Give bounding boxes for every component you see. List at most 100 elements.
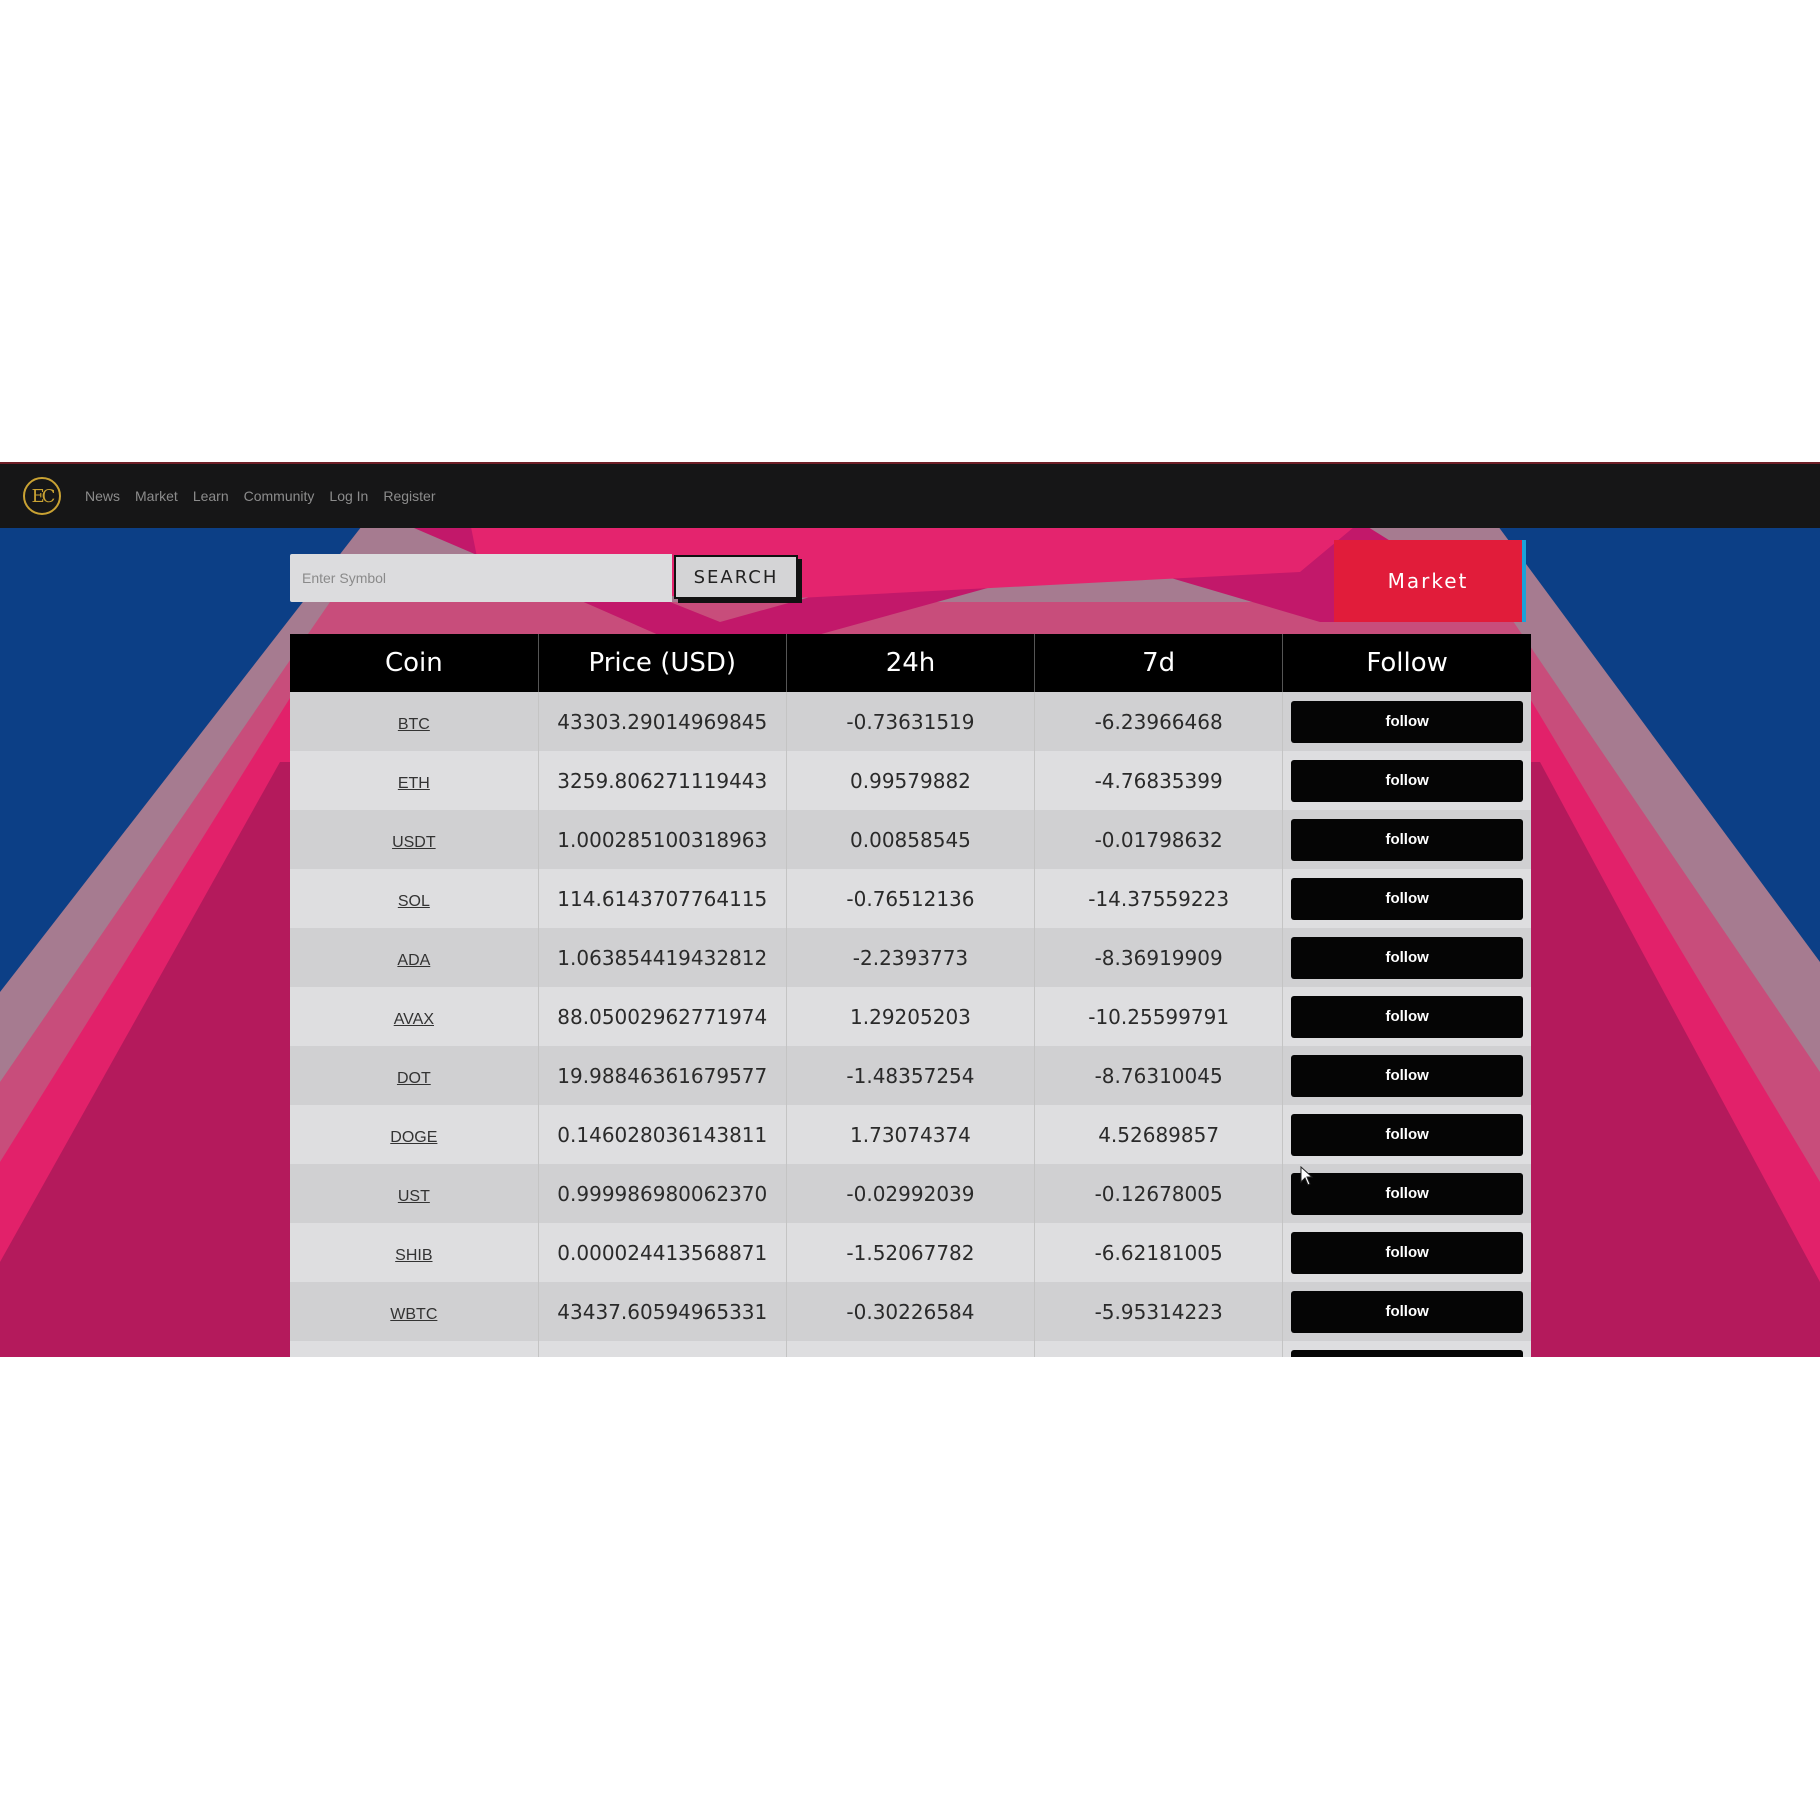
coin-cell: WBTC <box>290 1282 539 1341</box>
change-24h-cell: -2.2393773 <box>785 928 1035 987</box>
nav-link-market[interactable]: Market <box>135 488 178 504</box>
price-cell <box>537 1341 787 1357</box>
table-row: WBTC 43437.60594965331 -0.30226584 -5.95314… <box>290 1282 1531 1341</box>
follow-button[interactable]: follow <box>1291 1290 1524 1333</box>
search-bar: SEARCH <box>290 554 798 602</box>
change-7d-cell: -10.25599791 <box>1034 987 1283 1046</box>
follow-cell: follow <box>1282 692 1531 751</box>
change-24h-cell: 1.73074374 <box>785 1105 1035 1164</box>
coin-cell: DOT <box>290 1046 539 1105</box>
change-7d-cell: -8.36919909 <box>1034 928 1283 987</box>
follow-button[interactable]: follow <box>1291 700 1524 743</box>
price-cell: 1.000285100318963 <box>537 810 787 869</box>
price-cell: 88.05002962771974 <box>537 987 787 1046</box>
table-body: BTC 43303.29014969845 -0.73631519 -6.239664… <box>290 692 1531 1357</box>
nav-link-learn[interactable]: Learn <box>193 488 229 504</box>
coin-symbol-link[interactable]: SOL <box>398 893 430 910</box>
change-24h-cell: -0.73631519 <box>785 692 1035 751</box>
price-cell: 0.000024413568871 <box>537 1223 787 1282</box>
change-7d-cell: 4.52689857 <box>1034 1105 1283 1164</box>
follow-button[interactable]: follow <box>1291 1054 1524 1097</box>
change-24h-cell: 0.00858545 <box>785 810 1035 869</box>
coin-cell <box>290 1341 539 1357</box>
table-row: ADA 1.063854419432812 -2.2393773 -8.3691990… <box>290 928 1531 987</box>
follow-cell: follow <box>1282 1282 1531 1341</box>
nav-link-community[interactable]: Community <box>244 488 315 504</box>
coin-cell: SOL <box>290 869 539 928</box>
follow-button[interactable]: follow <box>1291 1113 1524 1156</box>
search-button[interactable]: SEARCH <box>674 555 798 599</box>
change-7d-cell <box>1034 1341 1283 1357</box>
coin-cell: ADA <box>290 928 539 987</box>
table-row: DOGE 0.146028036143811 1.73074374 4.5268985… <box>290 1105 1531 1164</box>
price-cell: 1.063854419432812 <box>537 928 787 987</box>
change-24h-cell: -1.52067782 <box>785 1223 1035 1282</box>
nav-link-news[interactable]: News <box>85 488 120 504</box>
change-7d-cell: -6.23966468 <box>1034 692 1283 751</box>
change-7d-cell: -5.95314223 <box>1034 1282 1283 1341</box>
coin-symbol-link[interactable]: UST <box>398 1188 430 1205</box>
coin-symbol-link[interactable]: ETH <box>398 775 430 792</box>
coin-symbol-link[interactable]: BTC <box>398 716 430 733</box>
change-7d-cell: -14.37559223 <box>1034 869 1283 928</box>
coin-symbol-link[interactable]: DOGE <box>390 1129 437 1146</box>
top-navbar: EC News Market Learn Community Log In Re… <box>0 462 1820 528</box>
follow-button[interactable]: follow <box>1291 759 1524 802</box>
table-row: DOT 19.98846361679577 -1.48357254 -8.763100… <box>290 1046 1531 1105</box>
coin-cell: ETH <box>290 751 539 810</box>
change-7d-cell: -6.62181005 <box>1034 1223 1283 1282</box>
table-row: AVAX 88.05002962771974 1.29205203 -10.25599… <box>290 987 1531 1046</box>
price-cell: 0.146028036143811 <box>537 1105 787 1164</box>
change-24h-cell: -1.48357254 <box>785 1046 1035 1105</box>
logo-icon[interactable]: EC <box>23 477 61 515</box>
follow-button[interactable]: follow <box>1291 995 1524 1038</box>
change-24h-cell: 1.29205203 <box>785 987 1035 1046</box>
follow-button[interactable]: follow <box>1291 1231 1524 1274</box>
table-row: USDT 1.000285100318963 0.00858545 -0.017986… <box>290 810 1531 869</box>
follow-cell: follow <box>1282 1164 1531 1223</box>
follow-cell: follow <box>1282 987 1531 1046</box>
nav-link-login[interactable]: Log In <box>329 488 368 504</box>
coin-symbol-link[interactable]: AVAX <box>394 1011 434 1028</box>
change-24h-cell: -0.02992039 <box>785 1164 1035 1223</box>
table-header-row: Coin Price (USD) 24h 7d Follow <box>290 634 1531 692</box>
coin-symbol-link[interactable]: SHIB <box>395 1247 432 1264</box>
symbol-search-input[interactable] <box>290 554 672 602</box>
follow-button[interactable]: follow <box>1291 818 1524 861</box>
coin-symbol-link[interactable]: DOT <box>397 1070 431 1087</box>
follow-cell: follow <box>1282 1223 1531 1282</box>
table-row: ETH 3259.806271119443 0.99579882 -4.7683539… <box>290 751 1531 810</box>
price-cell: 0.999986980062370 <box>537 1164 787 1223</box>
price-cell: 19.98846361679577 <box>537 1046 787 1105</box>
follow-cell: follow <box>1282 928 1531 987</box>
follow-cell: follow <box>1282 1341 1531 1357</box>
coin-market-table: Coin Price (USD) 24h 7d Follow BTC 43303.… <box>290 634 1531 1357</box>
coin-cell: SHIB <box>290 1223 539 1282</box>
coin-symbol-link[interactable]: USDT <box>392 834 436 851</box>
change-7d-cell: -0.01798632 <box>1034 810 1283 869</box>
follow-cell: follow <box>1282 751 1531 810</box>
price-cell: 43437.60594965331 <box>537 1282 787 1341</box>
change-24h-cell: -0.30226584 <box>785 1282 1035 1341</box>
follow-button[interactable]: follow <box>1291 1172 1524 1215</box>
coin-cell: USDT <box>290 810 539 869</box>
follow-cell: follow <box>1282 869 1531 928</box>
coin-cell: BTC <box>290 692 539 751</box>
change-24h-cell: -0.76512136 <box>785 869 1035 928</box>
price-cell: 3259.806271119443 <box>537 751 787 810</box>
market-button[interactable]: Market <box>1334 540 1526 622</box>
follow-button[interactable]: follow <box>1291 877 1524 920</box>
change-7d-cell: -0.12678005 <box>1034 1164 1283 1223</box>
follow-button[interactable]: follow <box>1291 936 1524 979</box>
table-row: SOL 114.6143707764115 -0.76512136 -14.37559… <box>290 869 1531 928</box>
coin-symbol-link[interactable]: WBTC <box>390 1306 437 1323</box>
follow-cell: follow <box>1282 810 1531 869</box>
price-cell: 43303.29014969845 <box>537 692 787 751</box>
coin-cell: UST <box>290 1164 539 1223</box>
coin-symbol-link[interactable]: ADA <box>397 952 430 969</box>
coin-cell: DOGE <box>290 1105 539 1164</box>
nav-link-register[interactable]: Register <box>383 488 435 504</box>
follow-button[interactable]: follow <box>1291 1349 1524 1357</box>
mouse-cursor-icon <box>1300 1166 1314 1186</box>
column-header-7d: 7d <box>1034 634 1283 692</box>
